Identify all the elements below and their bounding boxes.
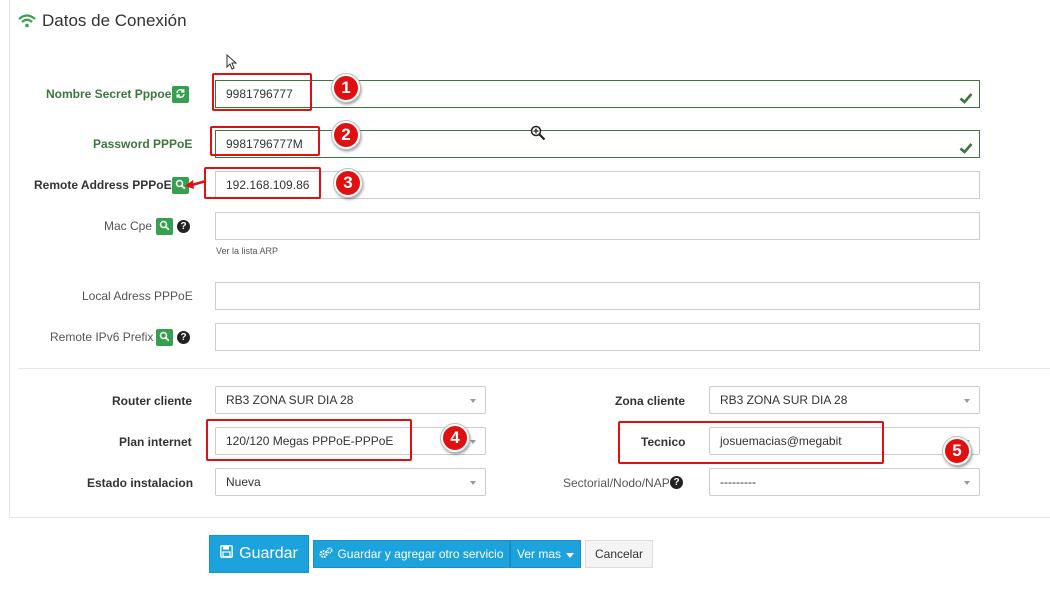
caret-down-icon (566, 547, 574, 561)
mouse-pointer-icon (226, 54, 238, 70)
sectorial-select[interactable]: --------- (709, 468, 980, 496)
annotation-box (618, 421, 884, 464)
zoom-cursor-icon (530, 125, 546, 141)
search-mac-button[interactable] (156, 218, 173, 235)
refresh-secret-button[interactable] (172, 86, 189, 103)
dropdown-caret-icon (470, 440, 476, 444)
save-button-label: Guardar (239, 545, 298, 562)
dropdown-caret-icon (470, 399, 476, 403)
sectorial-value: --------- (720, 475, 756, 489)
pppoe-secret-label: Nombre Secret Pppoe (46, 87, 172, 101)
search-ipv6-button[interactable] (156, 329, 173, 346)
cancel-label: Cancelar (594, 547, 644, 561)
annotation-box (204, 167, 321, 199)
dropdown-caret-icon (470, 481, 476, 485)
pppoe-password-label: Password PPPoE (93, 137, 193, 151)
ver-mas-dropdown-button[interactable]: Ver mas (510, 540, 581, 568)
annotation-box (212, 73, 312, 111)
check-icon (959, 87, 973, 113)
save-button[interactable]: Guardar (209, 535, 309, 573)
annotation-badge-4: 4 (441, 424, 469, 452)
pppoe-secret-input[interactable]: 9981796777 (215, 80, 980, 108)
section-title: Datos de Conexión (42, 11, 187, 30)
sectorial-label: Sectorial/Nodo/NAP (563, 476, 670, 490)
annotation-box (206, 419, 412, 461)
annotation-badge-1: 1 (332, 74, 360, 102)
annotation-arrow-icon (185, 179, 207, 189)
remote-address-input[interactable]: 192.168.109.86 (215, 171, 980, 199)
local-address-label: Local Adress PPPoE (82, 289, 193, 303)
wifi-icon (18, 14, 36, 28)
router-cliente-value: RB3 ZONA SUR DIA 28 (226, 393, 354, 407)
ver-mas-label: Ver mas (516, 547, 561, 561)
annotation-badge-2: 2 (332, 121, 360, 149)
annotation-box (210, 126, 320, 156)
section-divider (18, 368, 1050, 369)
remote-ipv6-input[interactable] (215, 323, 980, 351)
search-icon (159, 331, 170, 345)
arp-list-link[interactable]: Ver la lista ARP (216, 246, 278, 256)
dropdown-caret-icon (964, 399, 970, 403)
zona-cliente-label: Zona cliente (615, 394, 686, 408)
estado-instalacion-select[interactable]: Nueva (215, 468, 486, 496)
remote-ipv6-label: Remote IPv6 Prefix (50, 330, 154, 344)
cancel-button[interactable]: Cancelar (585, 540, 653, 568)
mac-cpe-input[interactable] (215, 212, 980, 240)
section-header: Datos de Conexión (18, 11, 187, 31)
help-icon[interactable]: ? (177, 331, 190, 344)
annotation-badge-3: 3 (334, 169, 362, 197)
router-cliente-select[interactable]: RB3 ZONA SUR DIA 28 (215, 386, 486, 414)
cogs-icon (319, 546, 333, 562)
zona-cliente-value: RB3 ZONA SUR DIA 28 (720, 393, 848, 407)
estado-instalacion-value: Nueva (226, 475, 261, 489)
zona-cliente-select[interactable]: RB3 ZONA SUR DIA 28 (709, 386, 980, 414)
search-icon (159, 220, 170, 234)
mac-cpe-label: Mac Cpe (104, 219, 153, 233)
local-address-input[interactable] (215, 282, 980, 310)
remote-address-label: Remote Address PPPoE (34, 178, 172, 192)
save-and-add-button[interactable]: Guardar y agregar otro servicio (313, 540, 510, 568)
estado-instalacion-label: Estado instalacion (87, 476, 194, 490)
floppy-disk-icon (220, 545, 234, 563)
router-cliente-label: Router cliente (112, 394, 193, 408)
plan-internet-label: Plan internet (119, 435, 192, 449)
help-icon[interactable]: ? (670, 476, 683, 489)
annotation-badge-5: 5 (943, 437, 971, 465)
dropdown-caret-icon (964, 481, 970, 485)
refresh-icon (175, 88, 186, 102)
save-and-add-label: Guardar y agregar otro servicio (337, 547, 504, 561)
check-icon (959, 137, 973, 163)
help-icon[interactable]: ? (177, 220, 190, 233)
pppoe-password-input[interactable]: 9981796777M (215, 130, 980, 158)
